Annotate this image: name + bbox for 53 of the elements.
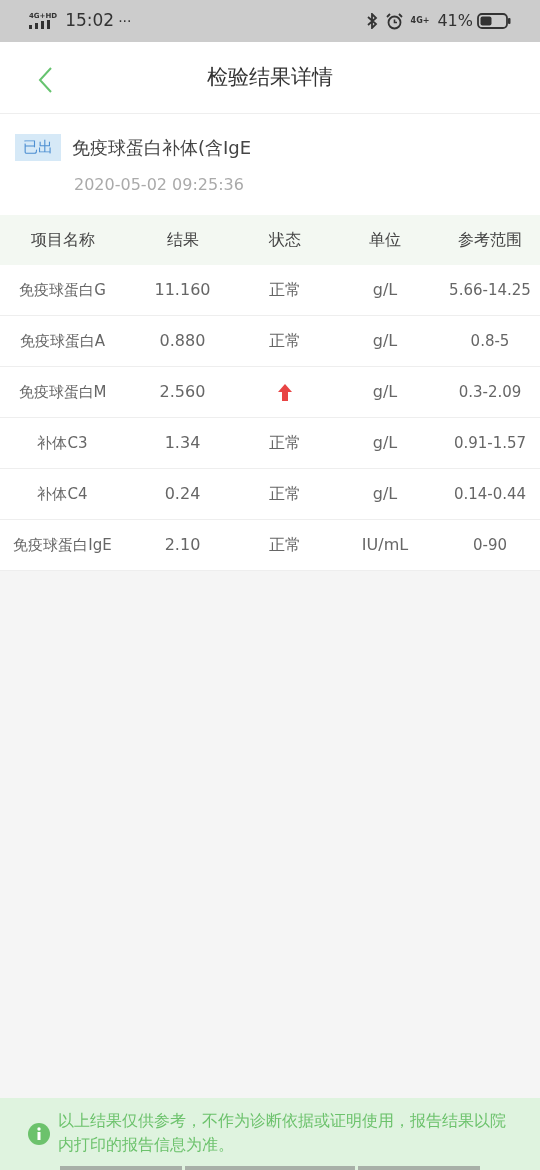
table-cell-text: 免疫球蛋白G	[18, 279, 107, 301]
info-icon	[28, 1123, 50, 1145]
table-cell-text: g/L	[371, 432, 399, 454]
column-header: 单位	[368, 229, 402, 251]
status-text: 正常	[269, 330, 301, 352]
data-network-label: 4G+	[410, 15, 430, 27]
notice-text: 以上结果仅供参考，不作为诊断依据或证明使用，报告结果以院内打印的报告信息为准。	[58, 1110, 507, 1156]
report-datetime: 2020-05-02 09:25:36	[74, 174, 245, 196]
battery-icon	[477, 13, 511, 29]
table-cell-text: IU/mL	[360, 534, 410, 556]
table-cell-text: g/L	[371, 483, 399, 505]
status-text: 正常	[269, 279, 301, 301]
battery-percent: 41%	[437, 10, 473, 32]
bluetooth-icon	[366, 13, 378, 29]
table-cell-text: 免疫球蛋白A	[18, 330, 107, 352]
table-cell-text: 5.66-14.25	[448, 279, 532, 301]
report-name: 免疫球蛋白补体(含IgE	[72, 136, 252, 160]
table-cell-text: 0.91-1.57	[452, 432, 528, 454]
table-cell-text: 0.8-5	[469, 330, 511, 352]
more-indicator: ···	[118, 11, 132, 31]
table-cell-text: 0-90	[471, 534, 508, 556]
table-cell-text: 11.160	[153, 279, 212, 301]
page-title: 检验结果详情	[207, 63, 333, 91]
status-badge: 已出	[15, 134, 61, 161]
table-cell-text: 0.24	[163, 483, 202, 505]
clock: 15:02	[65, 9, 115, 33]
table-cell-text: 免疫球蛋白IgE	[12, 534, 113, 556]
table-cell-text: 免疫球蛋白M	[17, 381, 108, 403]
table-cell-text: 0.880	[158, 330, 207, 352]
up-arrow-icon	[278, 383, 292, 401]
button-edge[interactable]	[185, 1166, 355, 1170]
table-cell-text: 补体C4	[36, 483, 89, 505]
table-cell-text: 2.10	[163, 534, 202, 556]
button-edge[interactable]	[60, 1166, 182, 1170]
status-text: 正常	[269, 483, 301, 505]
column-header: 参考范围	[457, 229, 523, 251]
column-header: 结果	[165, 229, 200, 251]
table-cell-text: 补体C3	[36, 432, 89, 454]
table-cell-text: g/L	[371, 381, 399, 403]
table-cell-text: 1.34	[163, 432, 202, 454]
table-cell-text: g/L	[371, 279, 399, 301]
status-text: 正常	[269, 432, 301, 454]
signal-icon	[29, 20, 51, 29]
table-cell-text: g/L	[371, 330, 399, 352]
column-header: 项目名称	[29, 229, 96, 251]
back-icon	[38, 67, 52, 93]
table-cell-text: 0.14-0.44	[452, 483, 528, 505]
column-header: 状态	[268, 229, 302, 251]
alarm-icon	[385, 12, 403, 30]
status-text: 正常	[269, 534, 301, 556]
table-cell-text: 2.560	[158, 381, 207, 403]
table-cell-text: 0.3-2.09	[457, 381, 523, 403]
button-edge[interactable]	[358, 1166, 480, 1170]
